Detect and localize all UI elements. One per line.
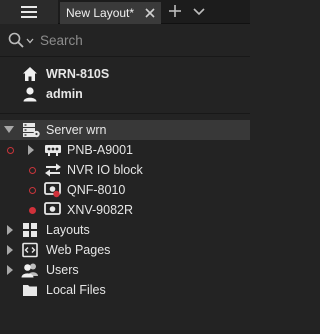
device-label: XNV-9082R: [67, 203, 134, 217]
search-icon[interactable]: [8, 32, 24, 48]
home-icon: [23, 67, 37, 81]
status-recording-indicator: [29, 207, 36, 214]
user-icon: [23, 87, 37, 102]
server-icon: [23, 123, 40, 138]
io-arrows-icon: [45, 163, 61, 177]
current-user-row[interactable]: admin: [0, 84, 250, 104]
close-icon[interactable]: [143, 6, 157, 20]
expand-right-icon[interactable]: [7, 225, 13, 235]
hamburger-icon: [21, 6, 37, 18]
expand-right-icon[interactable]: [28, 145, 34, 155]
tab-title: New Layout*: [66, 6, 135, 20]
tab-new-layout[interactable]: New Layout*: [60, 2, 161, 24]
device-label: PNB-A9001: [67, 143, 134, 157]
device-label: QNF-8010: [67, 183, 126, 197]
divider: [0, 56, 250, 57]
camera-dome-icon: [44, 202, 61, 215]
expand-right-icon[interactable]: [7, 265, 13, 275]
tree-item-web-pages[interactable]: Web Pages: [0, 240, 250, 260]
status-offline-indicator: [7, 147, 14, 154]
tree-item-local-files[interactable]: Local Files: [0, 280, 250, 300]
search-bar: [0, 28, 250, 52]
status-offline-indicator: [29, 167, 36, 174]
users-icon: [21, 263, 38, 278]
group-label: Layouts: [46, 223, 90, 237]
tab-bar: New Layout*: [0, 0, 250, 24]
current-user: admin: [46, 87, 83, 101]
tree-item-device[interactable]: PNB-A9001: [0, 140, 250, 160]
server-label: Server wrn: [46, 123, 107, 137]
web-pages-icon: [22, 242, 38, 258]
tree-item-device[interactable]: XNV-9082R: [0, 200, 250, 220]
main-menu-button[interactable]: [0, 0, 58, 24]
tree-item-server[interactable]: Server wrn: [0, 120, 250, 140]
group-label: Local Files: [46, 283, 106, 297]
divider: [0, 113, 250, 114]
system-name-row[interactable]: WRN-810S: [0, 64, 250, 84]
tree-item-users[interactable]: Users: [0, 260, 250, 280]
group-label: Web Pages: [46, 243, 111, 257]
system-name: WRN-810S: [46, 67, 110, 81]
search-options-chevron-icon[interactable]: [26, 38, 34, 44]
add-tab-icon[interactable]: [168, 4, 182, 18]
tree-item-device[interactable]: QNF-8010: [0, 180, 250, 200]
chevron-down-icon[interactable]: [192, 5, 206, 19]
tree-item-device[interactable]: NVR IO block: [0, 160, 250, 180]
search-input[interactable]: [40, 31, 240, 49]
camera-box-icon: [45, 145, 61, 156]
status-offline-indicator: [29, 187, 36, 194]
expand-right-icon[interactable]: [7, 245, 13, 255]
camera-dome-icon: [44, 182, 61, 198]
device-label: NVR IO block: [67, 163, 143, 177]
group-label: Users: [46, 263, 79, 277]
folder-icon: [23, 285, 37, 296]
expand-down-icon[interactable]: [4, 126, 14, 134]
layouts-icon: [23, 223, 37, 237]
tree-item-layouts[interactable]: Layouts: [0, 220, 250, 240]
